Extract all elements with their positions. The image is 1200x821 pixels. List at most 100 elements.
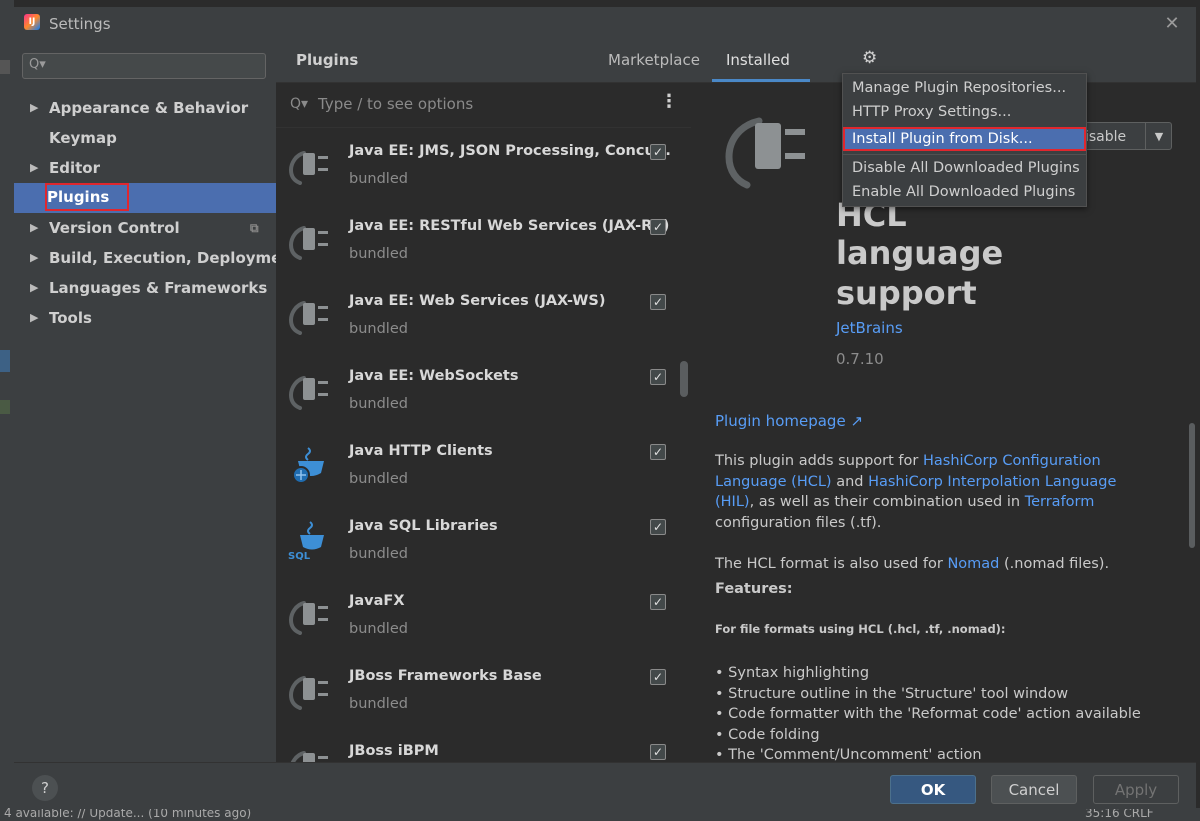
plugin-search-input[interactable]: Q▾ Type / to see options ⋮ xyxy=(276,83,691,128)
chevron-down-icon[interactable]: ▼ xyxy=(1145,123,1171,149)
plugin-enabled-checkbox[interactable]: ✓ xyxy=(650,294,666,310)
plugin-search-placeholder: Type / to see options xyxy=(318,95,474,113)
nomad-description: The HCL format is also used for Nomad (.… xyxy=(715,554,1155,575)
plugin-status: bundled xyxy=(349,246,408,262)
plugin-status: bundled xyxy=(349,321,408,337)
sidebar-item-languages[interactable]: ▶ Languages & Frameworks xyxy=(14,273,276,303)
plugin-list-item[interactable]: Java HTTP Clients bundled ✓ xyxy=(276,427,691,502)
menu-item-install-from-disk[interactable]: Install Plugin from Disk... xyxy=(843,127,1086,151)
sidebar-item-label: Editor xyxy=(49,159,100,177)
plug-icon xyxy=(288,595,330,635)
plugin-enabled-checkbox[interactable]: ✓ xyxy=(650,519,666,535)
sidebar-item-plugins[interactable]: Plugins xyxy=(14,183,276,213)
sidebar-item-keymap[interactable]: Keymap xyxy=(14,123,276,153)
plugin-list-item[interactable]: Java EE: RESTful Web Services (JAX-RS) bu… xyxy=(276,202,691,277)
sidebar-item-tools[interactable]: ▶ Tools xyxy=(14,303,276,333)
gear-icon[interactable]: ⚙ xyxy=(862,48,877,68)
plugin-name: Java EE: JMS, JSON Processing, Concur.. xyxy=(349,143,671,159)
sidebar-item-editor[interactable]: ▶ Editor xyxy=(14,153,276,183)
plugin-enabled-checkbox[interactable]: ✓ xyxy=(650,744,666,760)
expand-arrow-icon: ▶ xyxy=(30,101,39,114)
intellij-app-icon: IJ xyxy=(24,14,40,30)
background-status-left: 4 available: // Update... (10 minutes ag… xyxy=(4,808,252,820)
plugin-vendor-link[interactable]: JetBrains xyxy=(836,319,903,337)
plug-icon xyxy=(288,145,330,185)
plugin-name: Java EE: WebSockets xyxy=(349,368,519,384)
background-fragment xyxy=(0,60,10,74)
plugin-list-item[interactable]: Java EE: WebSockets bundled ✓ xyxy=(276,352,691,427)
nomad-link[interactable]: Nomad xyxy=(947,556,999,572)
plugin-status: bundled xyxy=(349,696,408,712)
sidebar-item-label: Plugins xyxy=(45,183,130,211)
java-sql-icon: SQL xyxy=(288,520,330,562)
plugin-enabled-checkbox[interactable]: ✓ xyxy=(650,369,666,385)
plugin-enabled-checkbox[interactable]: ✓ xyxy=(650,444,666,460)
tab-marketplace[interactable]: Marketplace xyxy=(608,51,700,69)
list-item: Syntax highlighting xyxy=(715,663,1141,684)
desc-text: configuration files (.tf). xyxy=(715,514,882,531)
plugin-list-item[interactable]: JBoss iBPM ✓ xyxy=(276,727,691,762)
plugin-list-scrollbar[interactable] xyxy=(680,361,688,397)
tab-installed[interactable]: Installed xyxy=(712,51,810,82)
menu-item-disable-downloaded[interactable]: Disable All Downloaded Plugins xyxy=(843,156,1086,180)
cancel-button[interactable]: Cancel xyxy=(991,775,1077,804)
window-title: Settings xyxy=(49,15,111,33)
disable-button-label: isable xyxy=(1085,129,1127,145)
menu-item-label: Disable All Downloaded Plugins xyxy=(852,160,1080,176)
disable-button[interactable]: isable ▼ xyxy=(1080,122,1172,150)
apply-button[interactable]: Apply xyxy=(1093,775,1179,804)
plugin-enabled-checkbox[interactable]: ✓ xyxy=(650,219,666,235)
sidebar-item-label: Version Control xyxy=(49,219,180,237)
plugin-status: bundled xyxy=(349,396,408,412)
menu-item-http-proxy[interactable]: HTTP Proxy Settings... xyxy=(843,100,1086,124)
plugin-enabled-checkbox[interactable]: ✓ xyxy=(650,144,666,160)
background-fragment xyxy=(0,400,10,414)
features-list: Syntax highlighting Structure outline in… xyxy=(715,663,1141,762)
plug-icon xyxy=(288,670,330,710)
sidebar-item-label: Appearance & Behavior xyxy=(49,99,249,117)
menu-item-label: Enable All Downloaded Plugins xyxy=(852,184,1076,200)
project-settings-icon: ⧉ xyxy=(250,221,259,235)
plugin-status: bundled xyxy=(349,621,408,637)
background-ide-strip xyxy=(0,0,14,821)
list-item: The 'Comment/Uncomment' action xyxy=(715,745,1141,762)
desc-text: (.nomad files). xyxy=(999,556,1110,572)
plugin-list-item[interactable]: JavaFX bundled ✓ xyxy=(276,577,691,652)
plugin-enabled-checkbox[interactable]: ✓ xyxy=(650,669,666,685)
menu-separator xyxy=(843,154,1086,155)
close-icon[interactable]: ✕ xyxy=(1160,12,1184,36)
menu-item-enable-downloaded[interactable]: Enable All Downloaded Plugins xyxy=(843,180,1086,204)
sidebar-item-version-control[interactable]: ▶ Version Control ⧉ xyxy=(14,213,276,243)
terraform-link[interactable]: Terraform xyxy=(1025,494,1095,510)
menu-item-label: HTTP Proxy Settings... xyxy=(852,104,1012,120)
sidebar-item-build[interactable]: ▶ Build, Execution, Deployment xyxy=(14,243,299,273)
help-button[interactable]: ? xyxy=(32,775,58,801)
settings-search-input[interactable]: Q▾ xyxy=(22,53,266,79)
plugin-list-item[interactable]: SQL Java SQL Libraries bundled ✓ xyxy=(276,502,691,577)
desc-text: This plugin adds support for xyxy=(715,453,923,469)
plugin-name: JBoss Frameworks Base xyxy=(349,668,542,684)
more-options-icon[interactable]: ⋮ xyxy=(660,91,678,112)
menu-item-manage-repositories[interactable]: Manage Plugin Repositories... xyxy=(843,76,1086,100)
formats-heading: For file formats using HCL (.hcl, .tf, .… xyxy=(715,622,1006,636)
page-title: Plugins xyxy=(296,51,359,69)
plugin-enabled-checkbox[interactable]: ✓ xyxy=(650,594,666,610)
expand-arrow-icon: ▶ xyxy=(30,281,39,294)
plug-icon xyxy=(288,295,330,335)
plugin-status: bundled xyxy=(349,471,408,487)
plugin-list-item[interactable]: Java EE: Web Services (JAX-WS) bundled ✓ xyxy=(276,277,691,352)
plugin-name: Java EE: Web Services (JAX-WS) xyxy=(349,293,606,309)
detail-scrollbar[interactable] xyxy=(1189,423,1195,548)
sidebar-item-appearance[interactable]: ▶ Appearance & Behavior xyxy=(14,93,276,123)
plugin-title-line: support xyxy=(836,274,977,312)
java-http-icon xyxy=(288,445,330,485)
search-icon: Q▾ xyxy=(290,96,309,112)
plugin-version: 0.7.10 xyxy=(836,350,884,368)
plugin-homepage-link[interactable]: Plugin homepage ↗ xyxy=(715,412,863,430)
plugin-description: This plugin adds support for HashiCorp C… xyxy=(715,451,1155,533)
plugin-name: Java SQL Libraries xyxy=(349,518,498,534)
plugin-list-item[interactable]: JBoss Frameworks Base bundled ✓ xyxy=(276,652,691,727)
plugin-list-item[interactable]: Java EE: JMS, JSON Processing, Concur.. b… xyxy=(276,127,691,202)
ok-button[interactable]: OK xyxy=(890,775,976,804)
list-item: Code folding xyxy=(715,725,1141,746)
